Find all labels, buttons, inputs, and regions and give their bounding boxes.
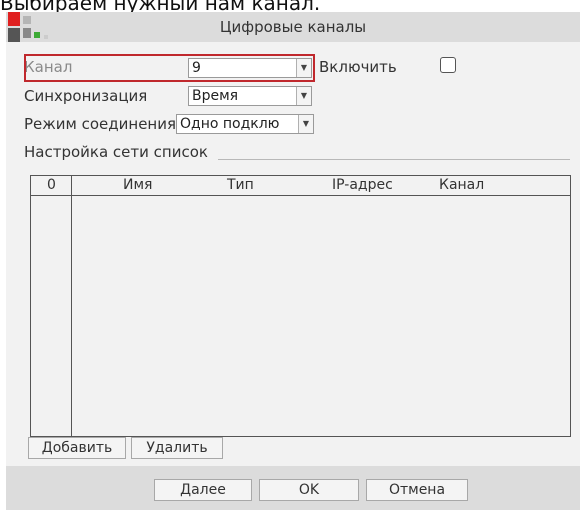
- network-list-label: Настройка сети список: [24, 143, 208, 161]
- sync-label: Синхронизация: [24, 87, 148, 105]
- channel-highlight: [24, 54, 315, 82]
- sync-select[interactable]: Время ▼: [188, 86, 312, 106]
- dialog-footer: Далее OK Отмена: [6, 466, 580, 510]
- enable-checkbox[interactable]: [440, 57, 456, 73]
- title-bar: Цифровые каналы: [6, 12, 580, 42]
- connection-mode-value: Одно подклю: [180, 116, 280, 132]
- chevron-down-icon[interactable]: ▼: [298, 115, 313, 133]
- connection-mode-select[interactable]: Одно подклю ▼: [176, 114, 314, 134]
- column-header-name: Имя: [123, 177, 153, 193]
- delete-button[interactable]: Удалить: [131, 437, 223, 459]
- cancel-button[interactable]: Отмена: [366, 479, 468, 501]
- column-header-type: Тип: [227, 177, 254, 193]
- sync-value: Время: [192, 88, 239, 104]
- add-button[interactable]: Добавить: [28, 437, 126, 459]
- window-title: Цифровые каналы: [219, 18, 367, 36]
- digital-channels-dialog: Цифровые каналы Канал 9 ▼ Включить Синхр…: [6, 12, 580, 510]
- column-header-index: 0: [47, 177, 56, 193]
- ok-button[interactable]: OK: [259, 479, 359, 501]
- chevron-down-icon[interactable]: ▼: [296, 87, 311, 105]
- table-header: 0 Имя Тип IP-адрес Канал: [31, 176, 570, 196]
- column-header-channel: Канал: [439, 177, 485, 193]
- network-table[interactable]: 0 Имя Тип IP-адрес Канал: [30, 175, 571, 437]
- column-divider: [71, 176, 72, 436]
- enable-label: Включить: [319, 58, 397, 76]
- group-divider: [218, 159, 570, 160]
- connection-mode-label: Режим соединения: [24, 115, 177, 133]
- next-button[interactable]: Далее: [154, 479, 252, 501]
- column-header-ip: IP-адрес: [332, 177, 393, 193]
